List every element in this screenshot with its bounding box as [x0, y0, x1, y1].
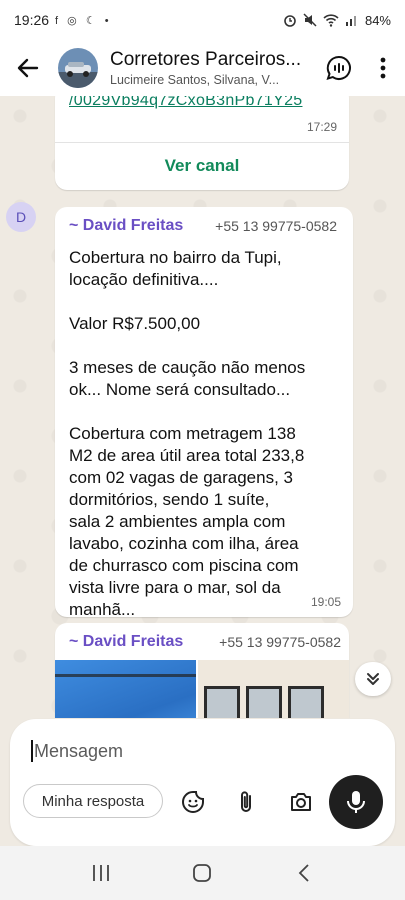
signal-icon — [345, 16, 356, 26]
sender-name[interactable]: ~ David Freitas — [69, 217, 183, 235]
recents-button[interactable] — [81, 853, 121, 893]
status-right-group: 84% — [283, 13, 391, 28]
attach-button[interactable] — [229, 785, 263, 819]
more-vert-icon — [380, 57, 386, 79]
message-line: de churrasco com piscina com — [69, 556, 299, 575]
message-line: M2 de area útil area total 233,8 — [69, 446, 305, 465]
back-button[interactable] — [4, 44, 52, 92]
reply-suggestion-chip[interactable]: Minha resposta — [23, 784, 163, 818]
message-bubble[interactable]: ~ David Freitas +55 13 99775-0582 Cobert… — [55, 207, 353, 619]
message-line: Cobertura no bairro da Tupi, — [69, 248, 282, 267]
scroll-to-bottom-button[interactable] — [355, 662, 391, 696]
photo-message-bubble[interactable]: ~ David Freitas +55 13 99775-0582 — [55, 623, 349, 718]
sender-avatar[interactable]: D — [6, 202, 36, 232]
message-line: Valor R$7.500,00 — [69, 314, 201, 333]
message-text: Cobertura no bairro da Tupi, locação def… — [69, 247, 341, 621]
back-nav-icon — [298, 864, 309, 882]
divider — [55, 142, 349, 143]
sender-phone: +55 13 99775-0582 — [219, 634, 341, 650]
channel-link[interactable]: /0029Vb94q7zCxoB3nPb71Y25 — [69, 96, 302, 110]
home-icon — [193, 864, 212, 882]
attach-icon — [241, 791, 251, 812]
message-line: locação definitiva.... — [69, 270, 219, 289]
alarm-icon — [284, 15, 296, 27]
message-line: ok... Nome será consultado... — [69, 380, 291, 399]
photo-thumbnail[interactable] — [198, 660, 349, 718]
message-time: 17:29 — [306, 120, 337, 134]
group-avatar[interactable] — [58, 48, 98, 88]
message-line: Cobertura com metragem 138 — [69, 424, 296, 443]
sender-phone: +55 13 99775-0582 — [215, 218, 337, 234]
chat-title-block[interactable]: Corretores Parceiros... Lucimeire Santos… — [110, 49, 317, 87]
text-caret — [31, 740, 33, 762]
home-button[interactable] — [182, 853, 222, 893]
sticker-button[interactable] — [176, 785, 210, 819]
chat-area[interactable]: /0029Vb94q7zCxoB3nPb71Y25 17:29 Ver cana… — [0, 96, 405, 718]
status-notification-icons: f ◎ ☾ • — [55, 14, 112, 27]
chevron-down-icon — [367, 673, 379, 685]
sender-name[interactable]: ~ David Freitas — [69, 633, 183, 651]
message-line: 3 meses de caução não menos — [69, 358, 306, 377]
message-line: lavabo, cozinha com ilha, área — [69, 534, 299, 553]
system-back-button[interactable] — [284, 853, 324, 893]
system-navigation-bar — [0, 846, 405, 900]
voice-record-button[interactable] — [329, 775, 383, 829]
voice-chat-icon — [326, 55, 351, 80]
message-line: vista livre para o mar, sol da — [69, 578, 281, 597]
view-channel-button[interactable]: Ver canal — [55, 144, 349, 188]
back-arrow-icon — [17, 58, 39, 78]
camera-button[interactable] — [284, 785, 318, 819]
chat-title: Corretores Parceiros... — [110, 49, 302, 70]
battery-level: 84% — [364, 12, 391, 28]
message-line: manhã... — [69, 600, 136, 619]
chat-header: Corretores Parceiros... Lucimeire Santos… — [0, 40, 405, 96]
message-line: com 02 vagas de garagens, 3 — [69, 468, 293, 487]
photo-grid — [55, 660, 349, 718]
recents-icon — [92, 865, 109, 881]
channel-link-card: /0029Vb94q7zCxoB3nPb71Y25 17:29 Ver cana… — [55, 96, 349, 190]
message-line: sala 2 ambientes ampla com — [69, 512, 286, 531]
camera-icon — [291, 793, 311, 811]
message-input[interactable] — [34, 737, 314, 765]
mute-icon — [303, 13, 317, 27]
sticker-icon — [182, 791, 204, 813]
status-bar: 19:26 f ◎ ☾ • 84% — [0, 0, 405, 40]
wifi-icon — [323, 14, 339, 27]
message-time: 19:05 — [310, 595, 341, 609]
message-line: dormitórios, sendo 1 suíte, — [69, 490, 270, 509]
photo-thumbnail[interactable] — [55, 660, 196, 718]
voice-chat-button[interactable] — [317, 44, 361, 92]
more-options-button[interactable] — [361, 44, 405, 92]
mic-icon — [347, 791, 365, 813]
chat-members: Lucimeire Santos, Silvana, V... — [110, 73, 280, 87]
status-time: 19:26 — [14, 12, 50, 28]
